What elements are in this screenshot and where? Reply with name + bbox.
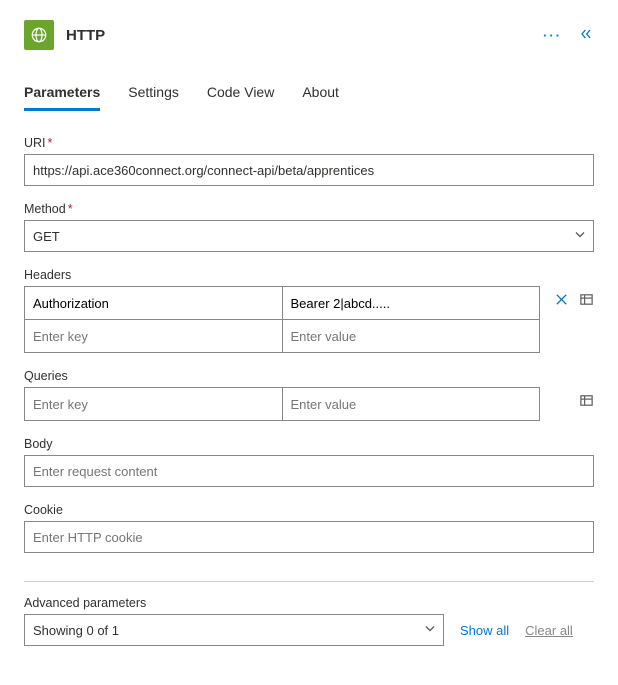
- query-value-input[interactable]: [282, 388, 540, 420]
- section-divider: [24, 581, 594, 582]
- advanced-params-select[interactable]: [24, 614, 444, 646]
- uri-label: URI*: [24, 136, 594, 150]
- clear-all-link[interactable]: Clear all: [525, 623, 573, 638]
- switch-mode-icon[interactable]: [579, 393, 594, 408]
- tab-codeview[interactable]: Code View: [207, 80, 274, 111]
- queries-label: Queries: [24, 369, 594, 383]
- http-globe-icon: [24, 20, 54, 50]
- tab-bar: Parameters Settings Code View About: [24, 80, 594, 112]
- switch-mode-icon[interactable]: [579, 292, 594, 307]
- header-key-placeholder[interactable]: [25, 320, 282, 352]
- tab-parameters[interactable]: Parameters: [24, 80, 100, 111]
- queries-table: [24, 387, 540, 421]
- headers-label: Headers: [24, 268, 594, 282]
- header-value-placeholder[interactable]: [282, 320, 540, 352]
- advanced-label: Advanced parameters: [24, 596, 594, 610]
- body-label: Body: [24, 437, 594, 451]
- show-all-link[interactable]: Show all: [460, 623, 509, 638]
- tab-settings[interactable]: Settings: [128, 80, 179, 111]
- card-header: HTTP ···: [24, 20, 594, 50]
- header-key-input[interactable]: [25, 287, 282, 319]
- tab-about[interactable]: About: [302, 80, 339, 111]
- remove-header-icon[interactable]: [554, 292, 569, 307]
- cookie-input[interactable]: [24, 521, 594, 553]
- more-menu-icon[interactable]: ···: [543, 28, 562, 43]
- method-select[interactable]: [24, 220, 594, 252]
- headers-table: [24, 286, 540, 353]
- card-title: HTTP: [66, 27, 105, 44]
- cookie-label: Cookie: [24, 503, 594, 517]
- header-value-input[interactable]: [282, 287, 540, 319]
- body-input[interactable]: [24, 455, 594, 487]
- method-label: Method*: [24, 202, 594, 216]
- collapse-icon[interactable]: [578, 26, 594, 45]
- query-key-input[interactable]: [25, 388, 282, 420]
- uri-input[interactable]: [24, 154, 594, 186]
